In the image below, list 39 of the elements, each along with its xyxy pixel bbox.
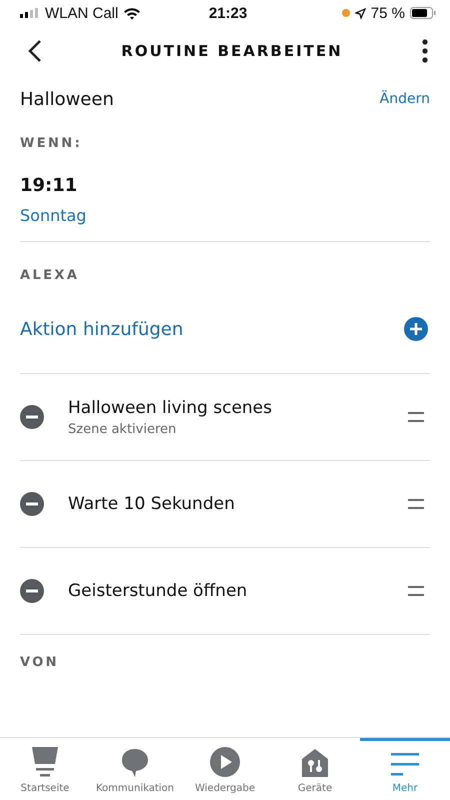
drag-handle-icon[interactable] [408,586,424,596]
tab-bar-item[interactable]: Kommunikation [90,738,180,800]
add-icon[interactable] [404,317,428,341]
routine-name: Halloween [20,88,114,110]
menu-icon [391,751,419,777]
remove-icon[interactable] [20,579,44,603]
battery-percent: 75 % [370,4,405,22]
action-title: Geisterstunde öffnen [68,581,248,601]
location-arrow-icon [354,8,366,18]
tab-bar-item[interactable]: Mehr [360,738,450,800]
tab-bar-item[interactable]: Wiedergabe [180,738,270,800]
action-title: Warte 10 Sekunden [68,494,236,514]
battery-icon [410,7,436,19]
section-heading: VON [20,655,60,670]
section-heading: WENN: [20,136,84,151]
tab-bar-item[interactable]: Geräte [270,738,360,800]
screen-icon [32,747,58,777]
dot-icon [342,9,350,17]
wifi-icon [123,6,142,20]
carrier-name: WLAN Call [45,4,118,22]
action-subtitle: Szene aktivieren [68,422,178,436]
add-action-link[interactable]: Aktion hinzufügen [20,318,184,340]
drag-handle-icon[interactable] [408,499,424,509]
section-heading: ALEXA [20,268,80,283]
remove-icon[interactable] [20,492,44,516]
play-icon [210,747,240,777]
trigger-day-link[interactable]: Sonntag [20,206,86,225]
tab-bar-item[interactable]: Startseite [0,738,90,800]
clock-time: 21:23 [208,4,248,22]
remove-icon[interactable] [20,405,44,429]
speech-bubble-icon [122,749,148,777]
house-icon [302,749,328,777]
trigger-time: 19:11 [20,175,78,196]
edit-link[interactable]: Ändern [380,91,430,107]
page-title: ROUTINE BEARBEITEN [121,42,343,60]
action-title: Halloween living scenes [68,398,273,418]
more-options-button[interactable] [420,37,430,65]
drag-handle-icon[interactable] [408,412,424,422]
signal-icon [20,8,40,18]
